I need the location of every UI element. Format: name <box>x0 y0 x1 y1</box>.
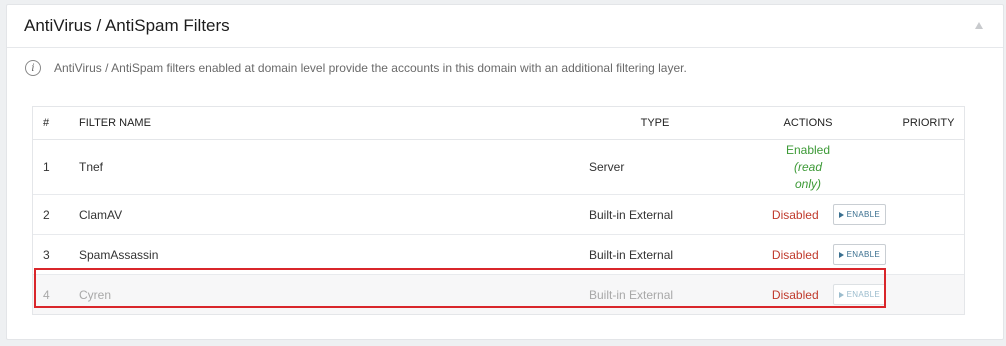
table-row: 1 Tnef Server Enabled (read only) <box>33 139 964 195</box>
priority-cell <box>893 139 964 195</box>
row-num: 3 <box>33 234 78 275</box>
status-disabled: Disabled <box>771 247 819 262</box>
filter-name: ClamAV <box>78 194 588 235</box>
col-header-name: FILTER NAME <box>78 107 588 140</box>
row-num: 4 <box>33 274 78 314</box>
row-num: 1 <box>33 139 78 195</box>
filter-type: Built-in External <box>588 194 723 235</box>
panel-title: AntiVirus / AntiSpam Filters <box>24 16 230 35</box>
status-enabled-readonly: Enabled (read only) <box>724 142 892 193</box>
actions-cell: Disabled ENABLE <box>723 194 893 235</box>
priority-cell <box>893 234 964 275</box>
panel-header: AntiVirus / AntiSpam Filters <box>7 5 1003 48</box>
col-header-priority: PRIORITY <box>893 107 964 140</box>
play-icon <box>838 291 844 298</box>
filter-type: Server <box>588 139 723 195</box>
status-enabled-text: Enabled <box>785 142 831 157</box>
col-header-actions: ACTIONS <box>723 107 893 140</box>
enable-button[interactable]: ENABLE <box>832 244 886 265</box>
filters-table: # FILTER NAME TYPE ACTIONS PRIORITY 1 Tn… <box>32 106 965 315</box>
actions-cell: Disabled ENABLE <box>723 274 893 314</box>
table-row: 4 Cyren Built-in External Disabled ENABL… <box>33 274 964 314</box>
status-readonly-text-1: (read <box>793 159 822 174</box>
filter-name: Cyren <box>78 274 588 314</box>
status-disabled: Disabled <box>771 287 819 302</box>
play-icon <box>838 251 844 258</box>
filter-name: Tnef <box>78 139 588 195</box>
filter-name: SpamAssassin <box>78 234 588 275</box>
info-row: i AntiVirus / AntiSpam filters enabled a… <box>25 58 687 78</box>
col-header-num: # <box>33 107 78 140</box>
col-header-type: TYPE <box>588 107 723 140</box>
status-disabled: Disabled <box>771 207 819 222</box>
filter-type: Built-in External <box>588 234 723 275</box>
info-text: AntiVirus / AntiSpam filters enabled at … <box>54 61 687 75</box>
row-num: 2 <box>33 194 78 235</box>
enable-button-label: ENABLE <box>846 250 880 259</box>
status-readonly-text-2: only) <box>794 176 821 191</box>
filter-type: Built-in External <box>588 274 723 314</box>
enable-button-label: ENABLE <box>846 290 880 299</box>
priority-cell <box>893 274 964 314</box>
play-icon <box>838 211 844 218</box>
enable-button[interactable]: ENABLE <box>832 204 886 225</box>
enable-button[interactable]: ENABLE <box>832 284 886 305</box>
info-icon: i <box>25 60 41 76</box>
table-header-row: # FILTER NAME TYPE ACTIONS PRIORITY <box>33 107 964 140</box>
actions-cell: Enabled (read only) <box>723 139 893 195</box>
triangle-up-icon[interactable] <box>975 22 983 29</box>
enable-button-label: ENABLE <box>846 210 880 219</box>
actions-cell: Disabled ENABLE <box>723 234 893 275</box>
priority-cell <box>893 194 964 235</box>
table-row: 3 SpamAssassin Built-in External Disable… <box>33 234 964 275</box>
table-row: 2 ClamAV Built-in External Disabled ENAB… <box>33 194 964 235</box>
